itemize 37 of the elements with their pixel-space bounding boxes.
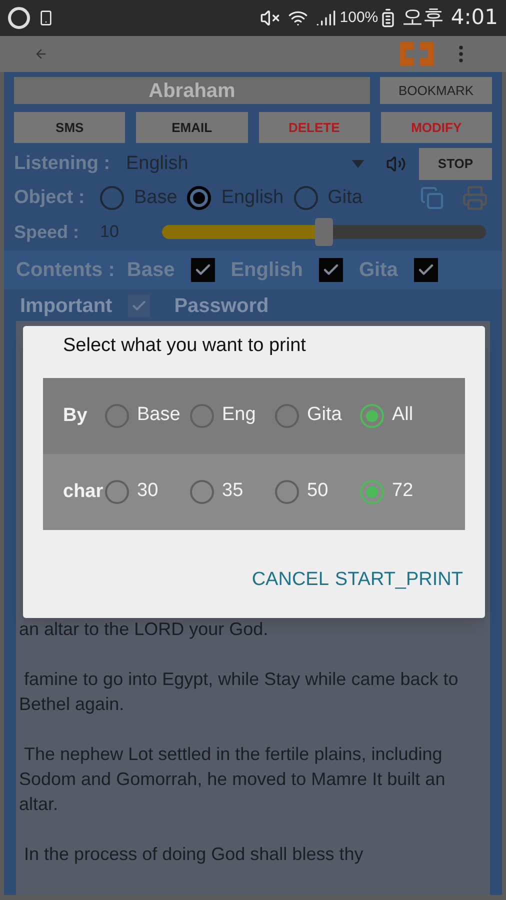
option-label: 35 bbox=[222, 479, 244, 504]
option-label: 72 bbox=[392, 479, 414, 504]
contents-option-label: Base bbox=[126, 258, 175, 283]
option-label: Gita bbox=[307, 403, 342, 428]
dialog-button[interactable]: CANCEL bbox=[252, 566, 329, 594]
dialog-button[interactable]: START_PRINT bbox=[334, 566, 463, 594]
group-label: By bbox=[63, 404, 88, 426]
option-label: All bbox=[392, 403, 414, 428]
option-label: Base bbox=[134, 186, 178, 210]
battery-text: 100% bbox=[340, 8, 378, 28]
action-button[interactable]: SMS bbox=[14, 112, 126, 143]
speed-label: Speed : bbox=[14, 220, 80, 244]
body-paragraph: an altar to the LORD your God. bbox=[19, 618, 270, 641]
title-field: Abraham bbox=[14, 77, 370, 104]
speed-value: 10 bbox=[100, 221, 120, 244]
listening-label: Listening : bbox=[14, 152, 112, 176]
bookmark-button[interactable]: BOOKMARK bbox=[380, 77, 492, 104]
contents-label: Contents : bbox=[16, 258, 115, 283]
body-paragraph: In the process of doing God shall bless thy bbox=[23, 843, 364, 866]
clock-text: 오후 4:01 bbox=[402, 4, 498, 32]
dialog-title: Select what you want to print bbox=[62, 334, 307, 358]
body-paragraph: famine to go into Egypt, while Stay while came back to Bethel again. bbox=[19, 668, 460, 716]
option-label: English bbox=[221, 186, 284, 210]
object-label: Object : bbox=[14, 186, 86, 210]
option-label: Gita bbox=[328, 186, 362, 210]
group-label: char bbox=[63, 480, 104, 502]
contents-option-label: Gita bbox=[358, 258, 398, 283]
action-button[interactable]: EMAIL bbox=[136, 112, 248, 143]
option-label: Eng bbox=[222, 403, 256, 428]
option-label: 30 bbox=[137, 479, 158, 504]
password-label: Password bbox=[174, 294, 269, 319]
important-label: Important bbox=[20, 294, 112, 319]
stop-button[interactable]: STOP bbox=[419, 148, 492, 180]
option-label: Base bbox=[137, 403, 180, 428]
option-label: 50 bbox=[307, 479, 328, 504]
contents-option-label: English bbox=[230, 258, 303, 283]
body-paragraph: The nephew Lot settled in the fertile plains, including Sodom and Gomorrah, he moved to Mamre It built an altar. bbox=[19, 743, 446, 816]
